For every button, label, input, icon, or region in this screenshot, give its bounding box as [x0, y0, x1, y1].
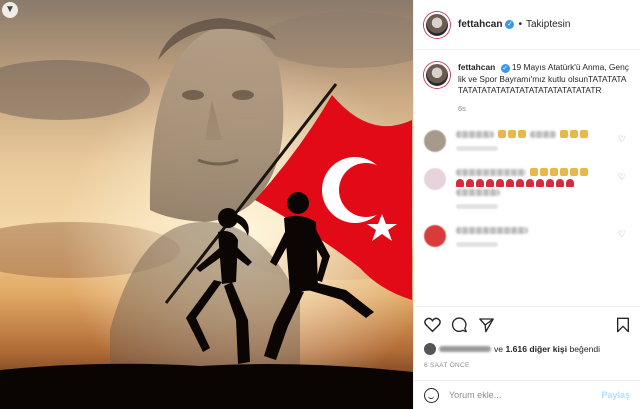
- post-image[interactable]: ▼: [0, 0, 413, 409]
- username-link[interactable]: fettahcan: [458, 19, 502, 30]
- comment-meta-redacted: [456, 146, 498, 151]
- smiley-icon[interactable]: [424, 387, 439, 403]
- comment-meta-redacted: [456, 204, 498, 209]
- heart-icon[interactable]: [424, 317, 441, 333]
- comment-body: [456, 168, 616, 209]
- caption-timestamp[interactable]: 6s: [458, 103, 630, 115]
- list-item: ♡: [424, 130, 630, 152]
- post-sidebar: fettahcan ✓ • Takiptesin fettahcan ✓ 19 …: [413, 0, 640, 409]
- comment-input[interactable]: [449, 390, 602, 400]
- comment-username-redacted[interactable]: [456, 168, 526, 176]
- comment-icon[interactable]: [451, 317, 468, 333]
- comment-emojis: [498, 130, 526, 138]
- comment-text-redacted: [456, 189, 500, 196]
- post-actions: ve 1.616 diğer kişi beğendi 6 SAAT ÖNCE: [414, 306, 640, 369]
- liker-username-redacted[interactable]: [439, 346, 491, 352]
- comment-hearts: [456, 179, 616, 187]
- comment-emojis: [530, 168, 588, 176]
- comment-body: [456, 225, 616, 247]
- avatar[interactable]: [424, 11, 450, 38]
- avatar[interactable]: [424, 130, 446, 152]
- add-comment-bar: Paylaş: [414, 380, 640, 409]
- comment-meta-redacted: [456, 242, 498, 247]
- comment-text-redacted: [530, 130, 556, 138]
- comment-like-icon[interactable]: ♡: [618, 229, 626, 240]
- likes-count-link[interactable]: 1.616 diğer kişi: [505, 344, 567, 354]
- caption-body: fettahcan ✓ 19 Mayıs Atatürk'ü Anma, Gen…: [458, 62, 630, 114]
- verified-badge-icon: ✓: [505, 20, 515, 29]
- comments-list[interactable]: fettahcan ✓ 19 Mayıs Atatürk'ü Anma, Gen…: [414, 52, 640, 306]
- caption-username[interactable]: fettahcan: [458, 62, 495, 72]
- post-artwork: [0, 0, 413, 409]
- separator-dot: •: [518, 19, 522, 30]
- likes-summary: ve 1.616 diğer kişi beğendi: [424, 343, 630, 355]
- comment-username-redacted[interactable]: [456, 130, 494, 138]
- avatar[interactable]: [424, 225, 446, 247]
- comment-text-redacted: [456, 227, 528, 234]
- post-comment-button[interactable]: Paylaş: [601, 390, 630, 400]
- comment-body: [456, 130, 616, 152]
- post-header: fettahcan ✓ • Takiptesin: [414, 0, 640, 50]
- likes-suffix: beğendi: [569, 344, 601, 354]
- post-timestamp[interactable]: 6 SAAT ÖNCE: [424, 362, 630, 369]
- post-caption: fettahcan ✓ 19 Mayıs Atatürk'ü Anma, Gen…: [424, 62, 630, 114]
- likes-connector: ve: [494, 344, 504, 354]
- ground: [0, 363, 413, 409]
- comment-like-icon[interactable]: ♡: [618, 172, 626, 183]
- verified-badge-icon: ✓: [500, 64, 510, 73]
- list-item: ♡: [424, 225, 630, 247]
- comment-like-icon[interactable]: ♡: [618, 134, 626, 145]
- send-icon[interactable]: [478, 317, 495, 333]
- list-item: ♡: [424, 168, 630, 209]
- avatar[interactable]: [424, 62, 450, 88]
- comment-emojis: [560, 130, 588, 138]
- bookmark-icon[interactable]: [616, 317, 630, 333]
- follow-button[interactable]: Takiptesin: [526, 19, 570, 30]
- avatar[interactable]: [424, 343, 436, 355]
- carousel-prev-button[interactable]: ▼: [2, 2, 18, 18]
- avatar[interactable]: [424, 168, 446, 190]
- action-bar: [424, 313, 630, 337]
